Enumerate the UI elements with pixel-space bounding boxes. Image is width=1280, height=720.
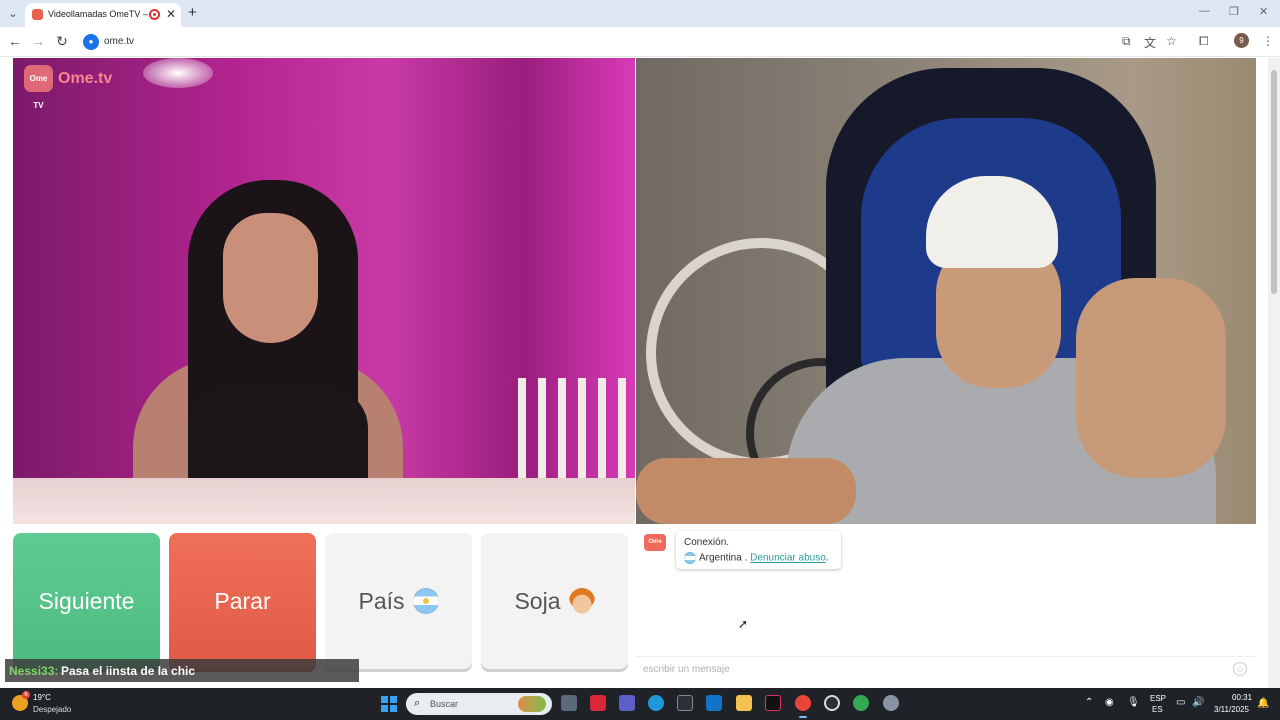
- search-highlight-icon: [518, 696, 546, 712]
- tab-ometv[interactable]: Videollamadas OmeTV — / ✕: [25, 3, 181, 27]
- restore-icon[interactable]: ❐: [1229, 5, 1239, 18]
- close-icon[interactable]: ✕: [166, 7, 176, 21]
- clock-date[interactable]: 3/11/2025: [1214, 705, 1249, 714]
- ometv-page: Ome TV Ome.tv Siguiente Parar País Soja …: [0, 58, 1280, 688]
- reload-icon[interactable]: ↻: [54, 33, 70, 50]
- person-emoji-icon: [568, 587, 595, 614]
- keyboard-layout[interactable]: ES: [1152, 705, 1163, 714]
- url-text: ome.tv: [104, 36, 135, 47]
- connection-message: Conexión. Argentina . Denunciar abuso.: [676, 531, 841, 569]
- overlay-message: Pasa el iinsta de la chic: [61, 664, 196, 678]
- edge-icon[interactable]: [648, 695, 664, 711]
- tray-app-icon[interactable]: ◉: [1105, 697, 1114, 708]
- profile-avatar[interactable]: 9: [1234, 33, 1249, 48]
- task-view-icon[interactable]: [561, 695, 577, 711]
- temperature: 19°C: [33, 693, 51, 702]
- extensions-icon[interactable]: ⧠: [1199, 34, 1209, 49]
- gender-button[interactable]: Soja: [481, 533, 628, 669]
- chat-panel: Ome TV Conexión. Argentina . Denunciar a…: [636, 524, 1256, 688]
- language-code[interactable]: ESP: [1150, 694, 1166, 703]
- microphone-icon[interactable]: 🎙: [1127, 697, 1140, 708]
- browser-toolbar: ← → ↻ ● ome.tv ⧉ 文 ☆ ⧠ 9 ⋮: [0, 27, 1280, 57]
- message-placeholder: escribir un mensaje: [643, 664, 730, 675]
- scroll-thumb[interactable]: [1271, 70, 1277, 294]
- stop-button[interactable]: Parar: [169, 533, 316, 669]
- country-button[interactable]: País: [325, 533, 472, 669]
- local-video: Ome TV Ome.tv: [13, 58, 635, 524]
- search-placeholder: Buscar: [430, 699, 459, 709]
- translate-icon[interactable]: 文: [1144, 34, 1156, 51]
- argentina-flag-icon: [684, 552, 696, 564]
- notification-icon[interactable]: 🔔: [1257, 698, 1269, 709]
- install-icon[interactable]: ⧉: [1122, 34, 1131, 49]
- teams-icon[interactable]: [619, 695, 635, 711]
- weather-badge: 6: [22, 691, 30, 699]
- report-suffix: .: [825, 552, 829, 564]
- weather-condition: Despejado: [33, 705, 72, 714]
- ometv-favicon-icon: [32, 9, 43, 20]
- smile-icon[interactable]: ☺: [1233, 662, 1247, 676]
- logo-text: Ome.tv: [58, 70, 113, 87]
- connection-country-line: Argentina . Denunciar abuso.: [684, 552, 829, 564]
- window-close-icon[interactable]: ✕: [1259, 5, 1268, 18]
- record-icon: [149, 9, 160, 20]
- overlay-username: Nessi33:: [9, 664, 59, 678]
- taskbar-search[interactable]: ⌕ Buscar: [406, 693, 552, 715]
- page-scrollbar[interactable]: [1268, 58, 1280, 688]
- file-explorer-icon[interactable]: [736, 695, 752, 711]
- tiktok-icon[interactable]: [765, 695, 781, 711]
- volume-icon[interactable]: 🔊: [1192, 697, 1204, 708]
- argentina-flag-icon: [412, 587, 439, 614]
- next-button[interactable]: Siguiente: [13, 533, 160, 669]
- search-icon: ⌕: [414, 697, 421, 709]
- message-input[interactable]: escribir un mensaje ☺: [636, 656, 1256, 680]
- minimize-icon[interactable]: —: [1199, 5, 1210, 17]
- star-icon[interactable]: ☆: [1166, 34, 1177, 48]
- site-info-icon[interactable]: ●: [83, 34, 99, 50]
- country-name: Argentina .: [699, 552, 748, 564]
- windows-start-icon[interactable]: [381, 696, 397, 712]
- ometv-logo-icon: Ome TV: [24, 65, 53, 110]
- report-abuse-link[interactable]: Denunciar abuso: [750, 553, 826, 564]
- address-bar[interactable]: ● ome.tv: [80, 30, 1120, 54]
- connection-label: Conexión.: [684, 537, 730, 548]
- gender-label: Soja: [514, 588, 561, 614]
- obs-icon[interactable]: [824, 695, 840, 711]
- tray-overflow-icon[interactable]: ⌃: [1085, 697, 1093, 708]
- outlook-icon[interactable]: [706, 695, 722, 711]
- chrome-icon[interactable]: [795, 695, 811, 718]
- clock-time[interactable]: 00:31: [1232, 693, 1252, 702]
- new-tab-button[interactable]: +: [188, 4, 197, 21]
- back-icon[interactable]: ←: [7, 33, 23, 49]
- app-red-icon[interactable]: [590, 695, 606, 711]
- store-icon[interactable]: [677, 695, 693, 711]
- mouse-cursor-icon: ➚: [738, 617, 749, 631]
- next-label: Siguiente: [38, 588, 135, 614]
- remote-video: [636, 58, 1256, 524]
- tab-list-icon[interactable]: ⌄: [4, 5, 22, 23]
- country-label: País: [358, 588, 405, 614]
- menu-icon[interactable]: ⋮: [1262, 34, 1274, 48]
- windows-taskbar: 6 19°C Despejado ⌕ Buscar ⌃ ◉ 🎙 ESP ES ▭…: [0, 688, 1280, 720]
- network-icon[interactable]: ▭: [1176, 697, 1185, 708]
- tab-strip: ⌄ Videollamadas OmeTV — / ✕ + — ❐ ✕: [0, 0, 1280, 27]
- tab-title: Videollamadas OmeTV — /: [48, 9, 148, 19]
- ometv-chat-logo-icon: Ome TV: [644, 534, 666, 562]
- stream-chat-overlay: Nessi33: Pasa el iinsta de la chic: [5, 659, 359, 682]
- settings-icon[interactable]: [883, 695, 899, 711]
- stop-label: Parar: [214, 588, 271, 614]
- forward-icon[interactable]: →: [30, 33, 46, 49]
- chrome-profile-icon[interactable]: [853, 695, 869, 711]
